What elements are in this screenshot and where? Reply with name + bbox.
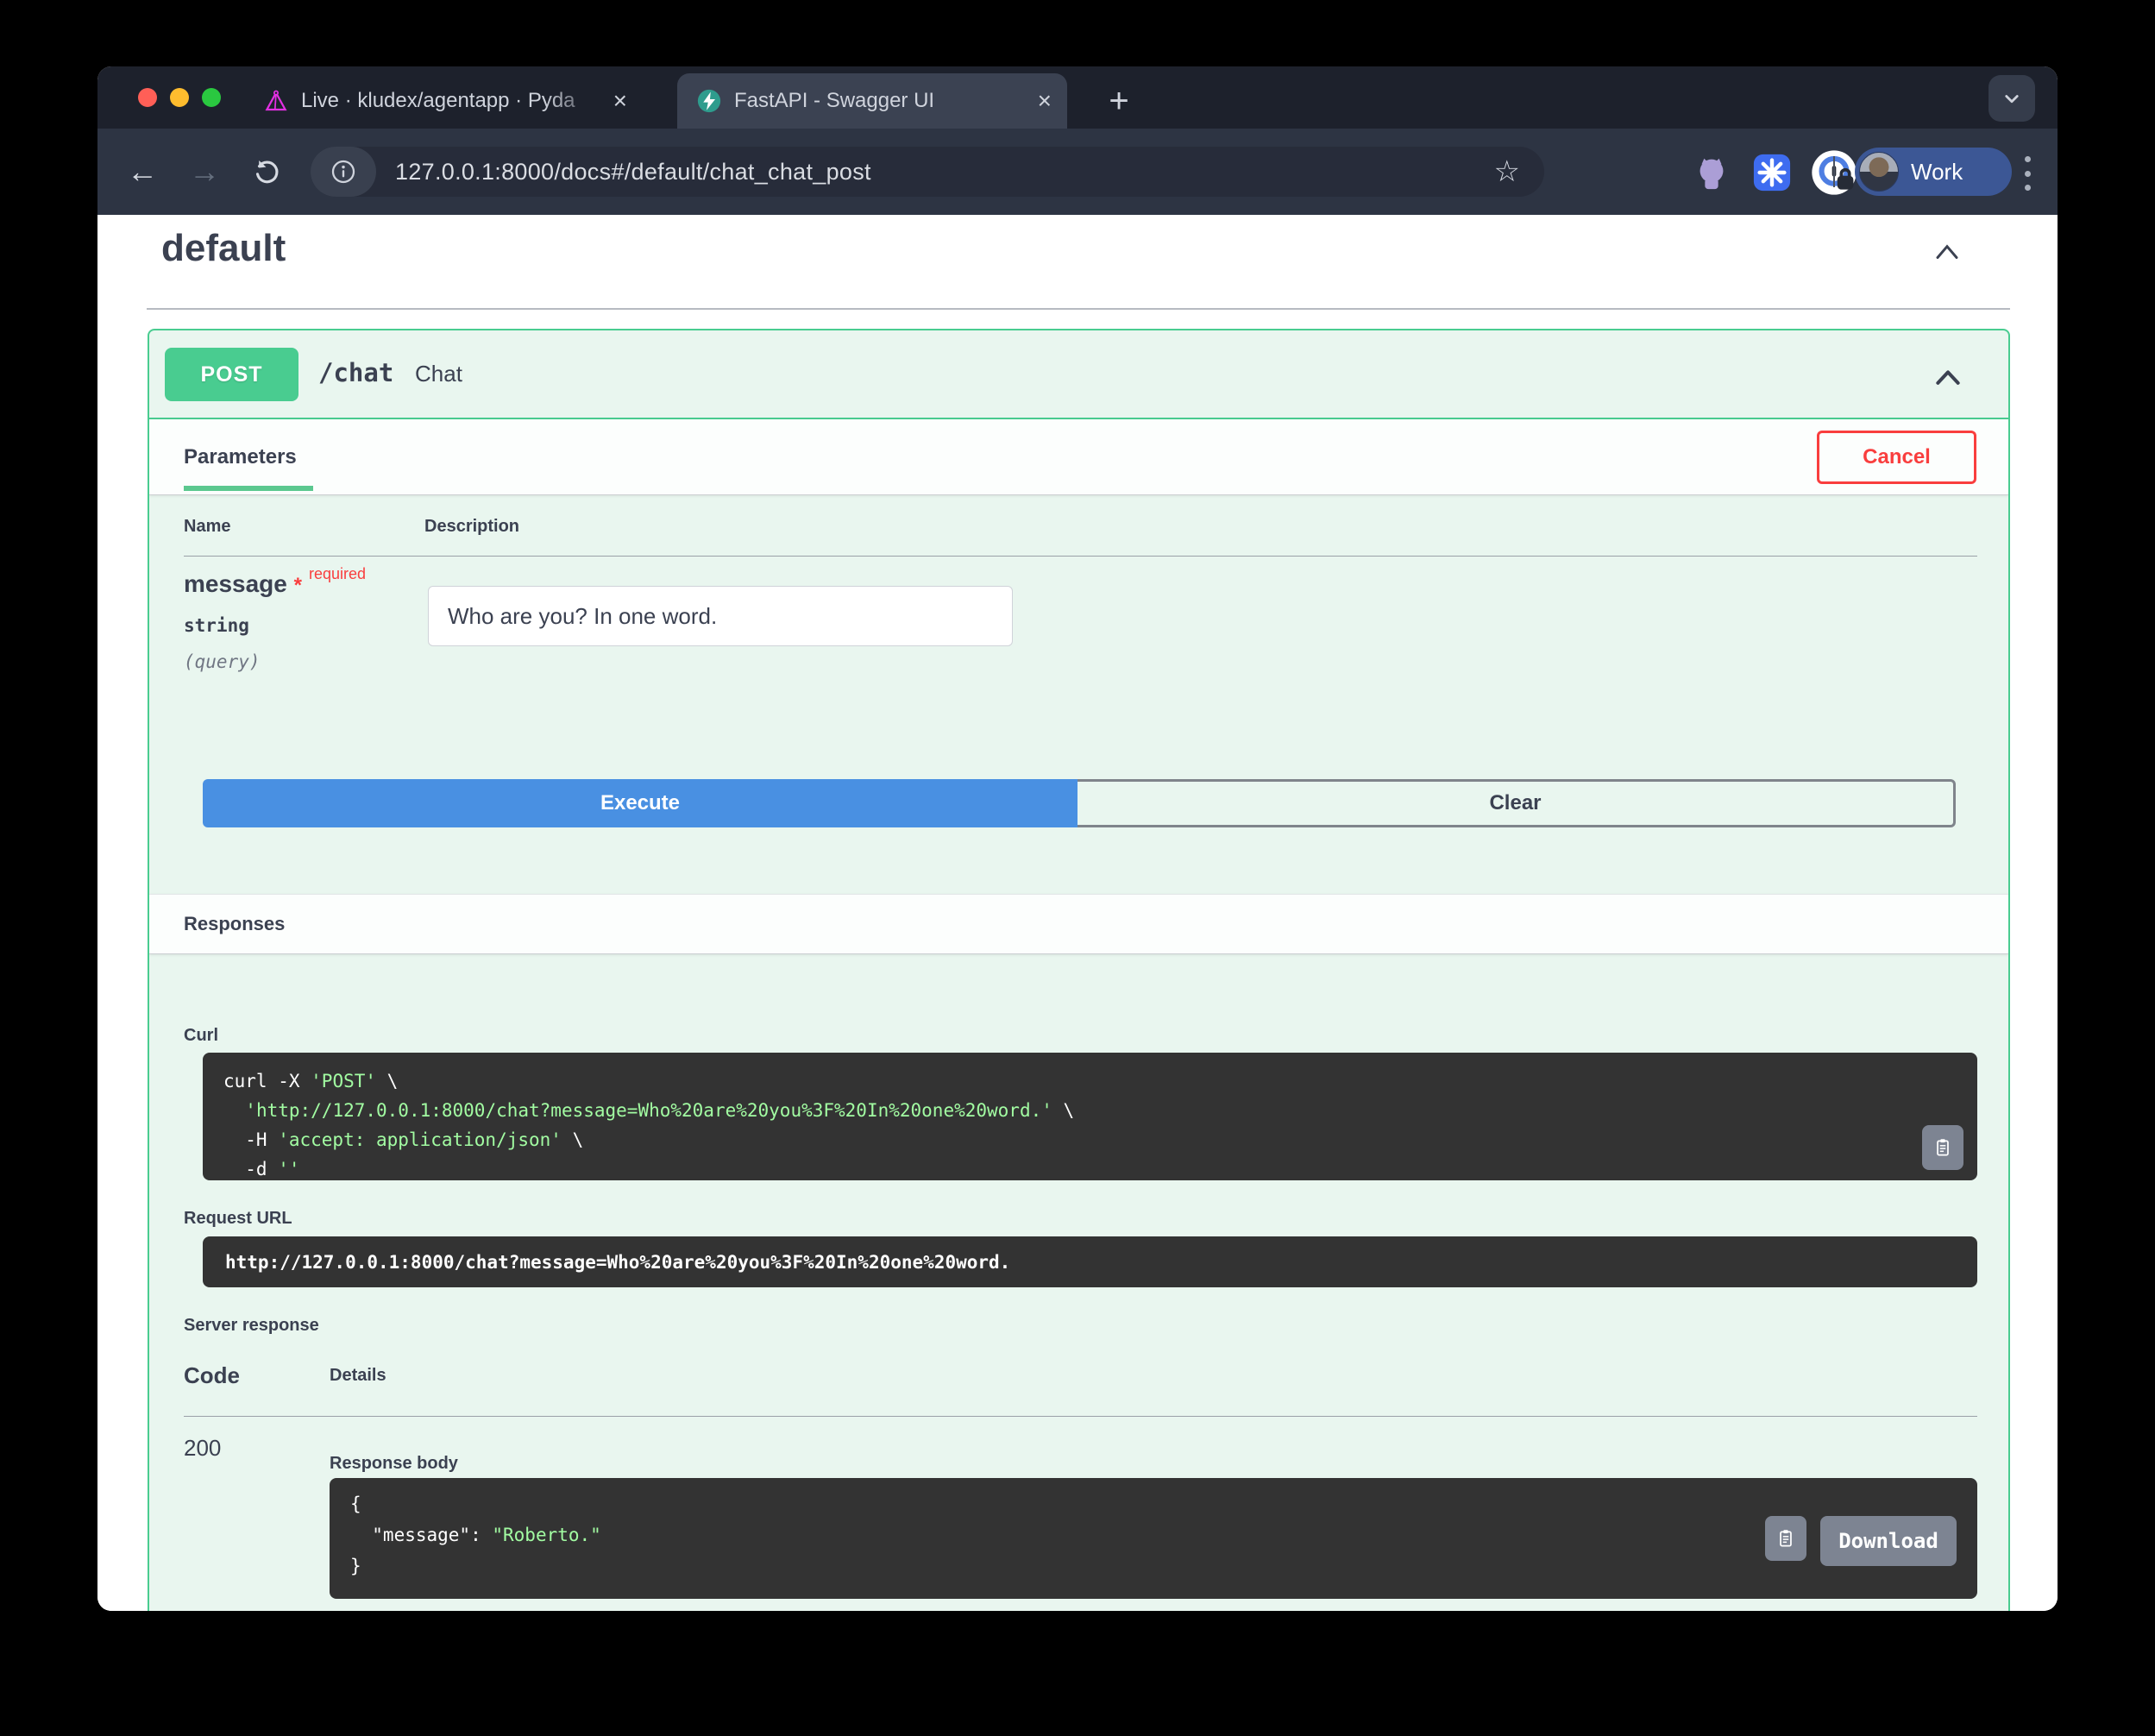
parameters-title: Parameters xyxy=(184,445,297,469)
execute-row: Execute Clear xyxy=(203,779,1956,827)
column-header-name: Name xyxy=(184,517,230,537)
curl-command-block: curl -X 'POST' \ 'http://127.0.0.1:8000/… xyxy=(203,1053,1977,1180)
responses-title: Responses xyxy=(184,913,285,935)
request-url-label: Request URL xyxy=(184,1209,292,1229)
tag-collapse-chevron-icon[interactable] xyxy=(1928,234,1966,272)
cancel-button[interactable]: Cancel xyxy=(1817,431,1976,484)
parameter-location: (query) xyxy=(184,651,261,672)
column-header-description: Description xyxy=(424,517,519,537)
parameters-table-divider xyxy=(184,556,1977,557)
refined-github-extension-icon[interactable] xyxy=(1692,153,1731,192)
close-window-button[interactable] xyxy=(138,88,157,107)
tab-close-icon[interactable]: × xyxy=(605,87,643,115)
toolbar-divider xyxy=(1833,156,1835,187)
responses-section-header: Responses xyxy=(149,894,2008,954)
clipboard-icon xyxy=(1775,1527,1797,1550)
tag-divider xyxy=(147,308,2010,310)
back-button[interactable]: ← xyxy=(118,148,166,196)
copy-curl-button[interactable] xyxy=(1922,1125,1963,1170)
operation-summary: Chat xyxy=(415,361,462,387)
reload-icon xyxy=(252,157,281,186)
asterisk-extension-icon[interactable] xyxy=(1752,153,1792,192)
tab-title: Live · kludex/agentapp · Pyda xyxy=(301,89,605,113)
site-info-chip[interactable] xyxy=(311,147,376,197)
server-response-divider xyxy=(184,1416,1977,1417)
tag-title[interactable]: default xyxy=(161,227,286,270)
method-badge: POST xyxy=(165,348,298,401)
avatar xyxy=(1859,152,1899,192)
execute-button[interactable]: Execute xyxy=(203,779,1078,827)
browser-window: Live · kludex/agentapp · Pyda × FastAPI … xyxy=(97,66,2058,1611)
clear-button[interactable]: Clear xyxy=(1078,779,1956,827)
opblock-header[interactable]: POST /chat Chat xyxy=(149,330,2008,419)
forward-button[interactable]: → xyxy=(180,148,229,196)
curl-label: Curl xyxy=(184,1026,218,1046)
operation-path: /chat xyxy=(318,358,393,387)
response-body-label: Response body xyxy=(330,1454,458,1474)
server-response-label: Server response xyxy=(184,1316,319,1336)
parameters-section-header: Parameters Cancel xyxy=(149,419,2008,495)
tab-close-icon[interactable]: × xyxy=(1029,87,1067,115)
message-parameter-input[interactable] xyxy=(428,586,1013,646)
parameter-name: message * xyxy=(184,570,302,598)
logfire-icon xyxy=(263,88,289,114)
required-asterisk: * xyxy=(294,574,302,597)
fastapi-icon xyxy=(696,88,722,114)
tab-strip: Live · kludex/agentapp · Pyda × FastAPI … xyxy=(97,66,2058,129)
swagger-page: default POST /chat Chat Parameters Cance… xyxy=(97,215,2058,1611)
chevron-down-icon xyxy=(1999,85,2025,111)
tab-search-chevron-button[interactable] xyxy=(1989,75,2035,122)
tab-logfire[interactable]: Live · kludex/agentapp · Pyda × xyxy=(244,73,643,129)
column-header-details: Details xyxy=(330,1366,386,1386)
url-text: 127.0.0.1:8000/docs#/default/chat_chat_p… xyxy=(395,159,871,186)
info-icon xyxy=(330,158,357,186)
minimize-window-button[interactable] xyxy=(170,88,189,107)
opblock-post-chat: POST /chat Chat Parameters Cancel Name D… xyxy=(148,329,2010,1611)
request-url-value: http://127.0.0.1:8000/chat?message=Who%2… xyxy=(225,1252,1010,1273)
tab-title: FastAPI - Swagger UI xyxy=(734,89,1029,113)
new-tab-button[interactable]: + xyxy=(1096,79,1141,123)
profile-label: Work xyxy=(1911,159,1963,186)
reload-button[interactable] xyxy=(242,148,291,196)
address-bar[interactable]: 127.0.0.1:8000/docs#/default/chat_chat_p… xyxy=(311,147,1544,197)
bookmark-star-icon[interactable]: ☆ xyxy=(1494,147,1520,197)
download-button[interactable]: Download xyxy=(1820,1516,1957,1566)
parameter-type: string xyxy=(184,615,249,636)
column-header-code: Code xyxy=(184,1362,240,1389)
required-label: required xyxy=(309,565,366,583)
profile-button[interactable]: Work xyxy=(1855,148,2012,196)
browser-toolbar: ← → 127.0.0.1:8000/docs#/default/chat_ch… xyxy=(97,129,2058,215)
zoom-window-button[interactable] xyxy=(202,88,221,107)
operation-collapse-chevron-icon[interactable] xyxy=(1931,361,1965,395)
parameters-tab-underline xyxy=(184,486,313,491)
response-body-block: { "message": "Roberto."} Download xyxy=(330,1478,1977,1599)
browser-menu-button[interactable] xyxy=(2021,156,2033,191)
clipboard-icon xyxy=(1932,1136,1954,1159)
copy-response-button[interactable] xyxy=(1765,1516,1806,1561)
request-url-block: http://127.0.0.1:8000/chat?message=Who%2… xyxy=(203,1236,1977,1287)
status-code: 200 xyxy=(184,1435,221,1462)
tab-fastapi-swagger[interactable]: FastAPI - Swagger UI × xyxy=(677,73,1067,129)
